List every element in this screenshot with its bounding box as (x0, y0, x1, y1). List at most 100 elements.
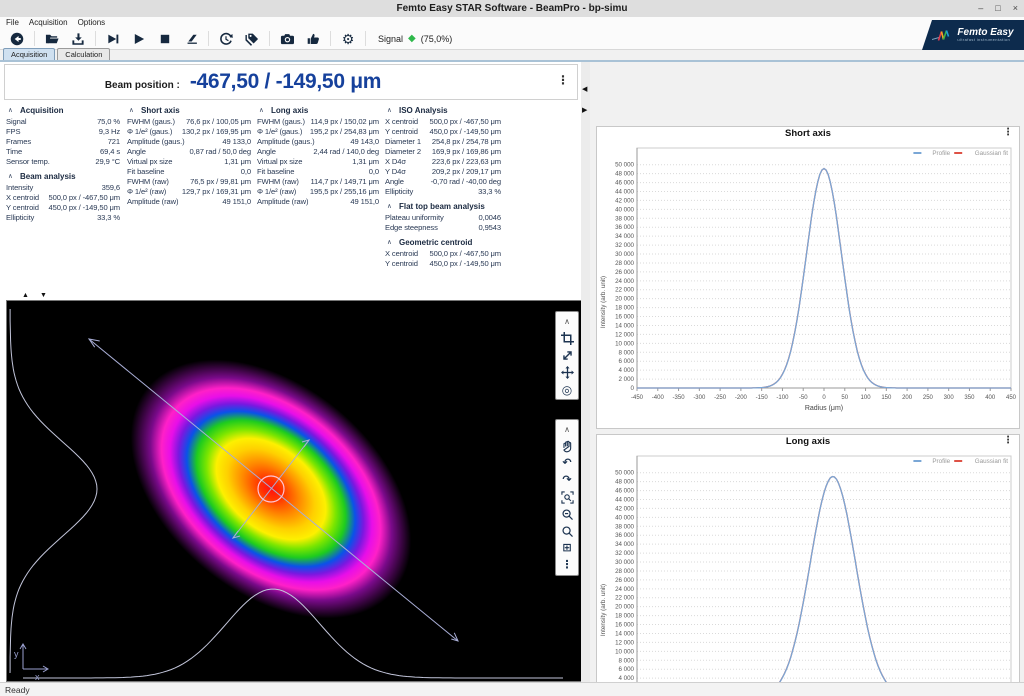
menu-bar: File Acquisition Options (0, 17, 1024, 28)
zoom-out-button[interactable] (557, 506, 577, 523)
history-button[interactable] (213, 29, 239, 49)
stat-row: Ellipticity33,3 % (6, 212, 120, 222)
stat-row: Intensity359,6 (6, 182, 120, 192)
collapse-button[interactable]: ∧ (557, 421, 577, 438)
collapse-chevron-icon[interactable]: ∧ (257, 106, 271, 114)
toolbar: ⚙Signal◆(75,0%) (0, 28, 1024, 50)
splitter-left-icon[interactable]: ◀ (582, 86, 587, 93)
tab-acquisition[interactable]: Acquisition (3, 48, 55, 60)
stat-value: 223,6 px / 223,63 μm (432, 157, 501, 166)
crop-button[interactable] (557, 330, 577, 347)
redo-button[interactable]: ↷ (557, 472, 577, 489)
stat-label: Sensor temp. (6, 157, 50, 166)
settings-button[interactable]: ⚙ (335, 29, 361, 49)
expand-icon (561, 349, 574, 362)
section-header-long-axis[interactable]: ∧Long axis (257, 104, 379, 116)
stat-row: Φ 1/e² (raw)195,5 px / 255,16 μm (257, 186, 379, 196)
menu-options[interactable]: Options (78, 18, 106, 27)
vertical-splitter[interactable]: ◀ ▶ (581, 62, 590, 682)
splitter-down-icon[interactable]: ▼ (40, 292, 47, 299)
beam-position-menu-button[interactable]: ⋮ (557, 74, 569, 86)
more-button[interactable]: ⋮ (557, 557, 577, 574)
zoom-window-button[interactable]: ⊞ (557, 540, 577, 557)
toolbar-separator (330, 31, 331, 46)
y-tick-label: 8 000 (619, 657, 635, 664)
menu-acquisition[interactable]: Acquisition (29, 18, 68, 27)
section-header-beam-analysis[interactable]: ∧Beam analysis (6, 170, 120, 182)
zoom-region-button[interactable] (557, 489, 577, 506)
y-tick-label: 0 (631, 385, 635, 392)
y-axis-label: Intensity (arb. unit) (600, 584, 607, 636)
stat-value: 450,0 px / -149,50 μm (48, 203, 120, 212)
collapse-chevron-icon[interactable]: ∧ (127, 106, 141, 114)
play-button[interactable] (126, 29, 152, 49)
collapse-chevron-icon[interactable]: ∧ (385, 238, 399, 246)
maximize-button[interactable]: □ (995, 4, 1000, 13)
hand-button[interactable] (557, 438, 577, 455)
beam-image-view[interactable]: ∨ yx∧◎∧↶↷⊞⋮ (6, 300, 583, 682)
x-tick-label: -200 (735, 395, 748, 401)
menu-file[interactable]: File (6, 18, 19, 27)
section-header-acquisition[interactable]: ∧Acquisition (6, 104, 120, 116)
y-tick-label: 38 000 (615, 523, 634, 530)
collapse-chevron-icon[interactable]: ∧ (6, 106, 20, 114)
tags-button[interactable] (239, 29, 265, 49)
stat-label: Angle (257, 147, 276, 156)
collapse-chevron-icon[interactable]: ∧ (6, 172, 20, 180)
zoom-window-icon: ⊞ (562, 543, 571, 554)
collapse-chevron-icon[interactable]: ∧ (385, 202, 399, 210)
stats-column: ∧Long axisFWHM (gaus.)114,9 px / 150,02 … (257, 102, 379, 294)
stat-value: 33,3 % (97, 213, 120, 222)
eraser-button[interactable] (178, 29, 204, 49)
y-tick-label: 22 000 (615, 595, 634, 602)
window-titlebar: Femto Easy STAR Software - BeamPro - bp-… (0, 0, 1024, 18)
stat-label: Φ 1/e² (gaus.) (257, 127, 302, 136)
stat-label: Frames (6, 137, 31, 146)
stat-value: 450,0 px / -149,50 μm (429, 259, 501, 268)
stat-value: 76,6 px / 100,05 μm (186, 117, 251, 126)
stat-row: Amplitude (raw)49 151,0 (257, 196, 379, 206)
stop-button[interactable] (152, 29, 178, 49)
close-button[interactable]: × (1013, 4, 1018, 13)
chart-menu-button[interactable]: ⋮ (1003, 436, 1013, 446)
step-button[interactable] (100, 29, 126, 49)
chart-menu-button[interactable]: ⋮ (1003, 128, 1013, 138)
y-axis-label: Intensity (arb. unit) (600, 276, 607, 328)
y-tick-label: 14 000 (615, 322, 634, 329)
zoom-out-icon (561, 508, 574, 521)
stat-row: Edge steepness0,9543 (385, 222, 501, 232)
tab-calculation[interactable]: Calculation (57, 48, 110, 60)
stat-value: 0,0 (369, 167, 379, 176)
section-header-iso-analysis[interactable]: ∧ISO Analysis (385, 104, 501, 116)
chart-title: Short axis (785, 128, 831, 139)
minimize-button[interactable]: – (978, 4, 983, 13)
section-header-geometric-centroid[interactable]: ∧Geometric centroid (385, 236, 501, 248)
splitter-right-icon[interactable]: ▶ (582, 107, 587, 114)
y-tick-label: 28 000 (615, 260, 634, 267)
open-button[interactable] (39, 29, 65, 49)
section-header-short-axis[interactable]: ∧Short axis (127, 104, 251, 116)
collapse-chevron-icon[interactable]: ∧ (385, 106, 399, 114)
splitter-up-icon[interactable]: ▲ (22, 292, 29, 299)
expand-button[interactable] (557, 347, 577, 364)
undo-button[interactable]: ↶ (557, 455, 577, 472)
y-tick-label: 18 000 (615, 613, 634, 620)
target-button[interactable]: ◎ (557, 381, 577, 398)
camera-button[interactable] (274, 29, 300, 49)
collapse-button[interactable]: ∧ (557, 313, 577, 330)
y-tick-label: 16 000 (615, 314, 634, 321)
section-header-flat-top-beam-analysis[interactable]: ∧Flat top beam analysis (385, 200, 501, 212)
save-button[interactable] (65, 29, 91, 49)
x-tick-label: -400 (652, 395, 665, 401)
tags-icon (245, 32, 259, 46)
x-tick-label: 100 (861, 395, 872, 401)
redo-icon: ↷ (562, 475, 571, 486)
x-tick-label: 150 (881, 395, 892, 401)
zoom-in-button[interactable] (557, 523, 577, 540)
stat-label: Virtual px size (257, 157, 302, 166)
reset-button[interactable] (4, 29, 30, 49)
beam-position-value: -467,50 / -149,50 μm (190, 70, 381, 94)
settings-icon: ⚙ (342, 32, 355, 46)
thumbs-up-button[interactable] (300, 29, 326, 49)
move-button[interactable] (557, 364, 577, 381)
